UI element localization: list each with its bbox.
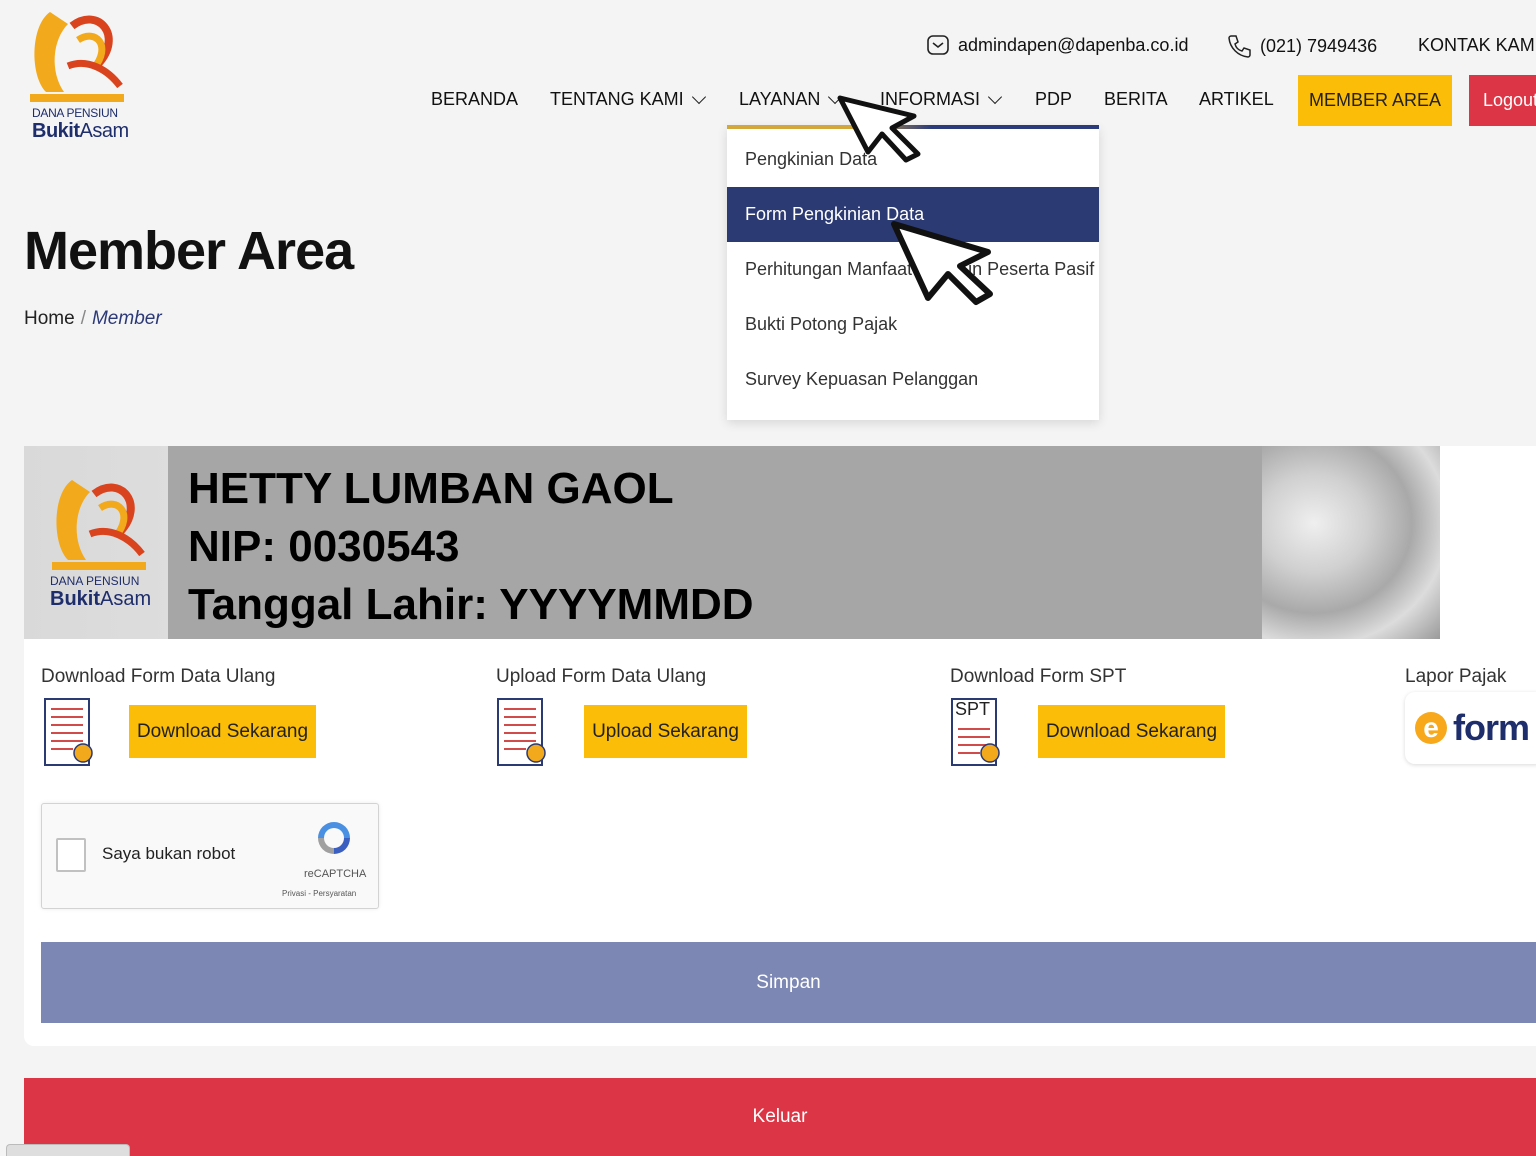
- spt-icon-text: SPT: [955, 699, 991, 719]
- nav-artikel[interactable]: ARTIKEL: [1199, 89, 1274, 110]
- upload-form-label: Upload Form Data Ulang: [496, 666, 707, 687]
- logo-subtitle: DANA PENSIUN: [32, 106, 118, 120]
- status-bar-tab: [6, 1144, 130, 1156]
- member-dob: Tanggal Lahir: YYYYMMDD: [188, 580, 754, 629]
- download-form-label: Download Form Data Ulang: [41, 666, 276, 687]
- document-upload-icon: [497, 698, 546, 766]
- member-name: HETTY LUMBAN GAOL: [188, 464, 674, 513]
- recaptcha-widget: Saya bukan robot reCAPTCHA Privasi - Per…: [41, 803, 379, 909]
- nav-beranda[interactable]: BERANDA: [431, 89, 518, 110]
- email-link[interactable]: admindapen@dapenba.co.id: [926, 33, 1188, 57]
- logo-mark-icon: [30, 12, 124, 102]
- nav-layanan-label: LAYANAN: [739, 89, 821, 109]
- member-info-overlay: HETTY LUMBAN GAOL NIP: 0030543 Tanggal L…: [168, 446, 1262, 639]
- recaptcha-terms[interactable]: Privasi - Persyaratan: [282, 889, 356, 898]
- breadcrumb: Home / Member: [24, 308, 162, 330]
- nav-layanan[interactable]: LAYANAN: [739, 89, 843, 110]
- contact-link[interactable]: KONTAK KAMI: [1418, 35, 1536, 56]
- download-form-button[interactable]: Download Sekarang: [129, 705, 316, 758]
- save-button[interactable]: Simpan: [41, 942, 1536, 1023]
- mail-icon: [927, 35, 949, 55]
- chevron-down-icon: [987, 89, 1003, 104]
- logo-title: BukitAsam: [32, 120, 129, 142]
- logo-mark-icon: [52, 480, 146, 570]
- eform-link[interactable]: e form: [1405, 692, 1536, 764]
- cursor-arrow-icon: [891, 221, 993, 305]
- member-nip: NIP: 0030543: [188, 522, 460, 571]
- site-logo[interactable]: DANA PENSIUN BukitAsam: [28, 6, 138, 146]
- upload-form-button[interactable]: Upload Sekarang: [584, 705, 747, 758]
- dropdown-item-survey-kepuasan[interactable]: Survey Kepuasan Pelanggan: [727, 352, 1099, 407]
- breadcrumb-separator: /: [80, 308, 86, 329]
- email-text: admindapen@dapenba.co.id: [958, 34, 1189, 55]
- nav-tentang-kami[interactable]: TENTANG KAMI: [550, 89, 706, 110]
- document-download-icon: [44, 698, 93, 766]
- spt-document-icon: SPT: [950, 697, 1000, 767]
- logout-button[interactable]: Logout: [1469, 75, 1536, 126]
- nav-pdp[interactable]: PDP: [1035, 89, 1072, 110]
- download-spt-button[interactable]: Download Sekarang: [1038, 705, 1225, 758]
- eform-e-icon: e: [1415, 712, 1447, 744]
- nav-tentang-kami-label: TENTANG KAMI: [550, 89, 684, 109]
- exit-button[interactable]: Keluar: [24, 1078, 1536, 1156]
- paper-rolls-image: [1260, 446, 1440, 639]
- recaptcha-checkbox[interactable]: [56, 838, 86, 872]
- breadcrumb-current: Member: [91, 308, 162, 329]
- phone-icon: [1228, 35, 1251, 58]
- chevron-down-icon: [691, 89, 706, 104]
- eform-text: form: [1453, 707, 1530, 748]
- nav-berita[interactable]: BERITA: [1104, 89, 1168, 110]
- cursor-arrow-icon: [837, 95, 921, 163]
- banner-logo: DANA PENSIUN BukitAsam: [50, 474, 170, 634]
- recaptcha-icon: [318, 822, 350, 854]
- breadcrumb-home[interactable]: Home: [24, 308, 75, 329]
- phone-link[interactable]: (021) 7949436: [1226, 33, 1377, 59]
- download-spt-label: Download Form SPT: [950, 666, 1127, 687]
- recaptcha-label: Saya bukan robot: [102, 844, 236, 863]
- recaptcha-brand: reCAPTCHA: [304, 868, 367, 880]
- banner-logo-subtitle: DANA PENSIUN: [50, 574, 140, 588]
- page-title: Member Area: [24, 221, 354, 281]
- phone-text: (021) 7949436: [1260, 35, 1378, 56]
- lapor-pajak-label: Lapor Pajak: [1405, 666, 1507, 687]
- banner-logo-title: BukitAsam: [50, 588, 152, 610]
- member-area-button[interactable]: MEMBER AREA: [1298, 75, 1452, 126]
